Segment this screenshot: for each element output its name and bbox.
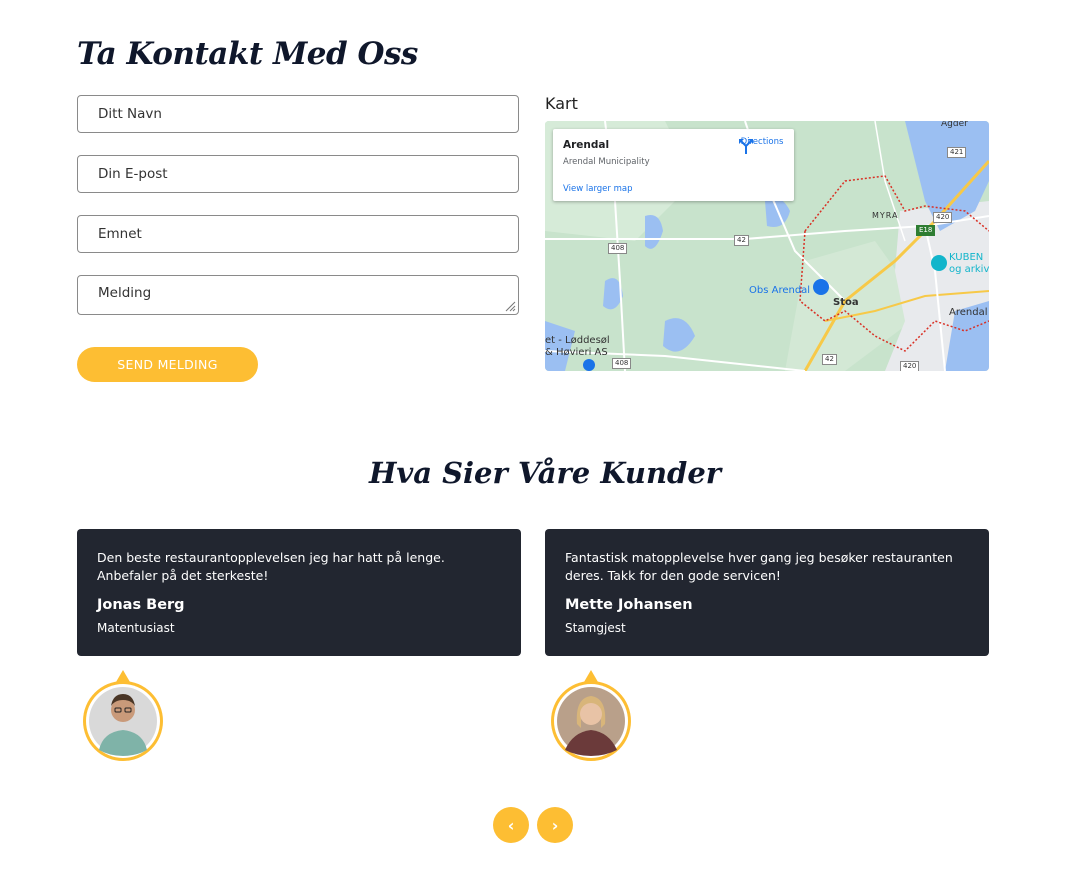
map-place-name: Arendal (563, 139, 610, 151)
reviews-title: Hva Sier Våre Kunder (368, 456, 722, 490)
map-label-kuben-arkiv: og arkiv (949, 264, 989, 275)
route-badge-421: 421 (947, 147, 967, 158)
route-badge-408: 408 (612, 358, 632, 369)
reviewer-role: Stamgjest (565, 621, 626, 635)
route-badge-420: 420 (933, 212, 953, 223)
contact-title: Ta Kontakt Med Oss (77, 36, 418, 72)
message-placeholder: Melding (98, 285, 152, 301)
chevron-left-icon: ‹ (507, 815, 515, 835)
name-input[interactable]: Ditt Navn (77, 95, 519, 133)
map-label-loddesol: et - Løddesøl (545, 335, 610, 346)
map-label-hovieri: & Høvieri AS (545, 347, 608, 358)
route-badge-420: 420 (900, 361, 920, 371)
name-placeholder: Ditt Navn (98, 106, 162, 122)
review-text: Fantastisk matopplevelse hver gang jeg b… (565, 550, 953, 583)
avatar (549, 668, 633, 762)
route-badge-42: 42 (822, 354, 837, 365)
review-card: Fantastisk matopplevelse hver gang jeg b… (545, 529, 989, 656)
map-label-stoa: Stoa (833, 297, 859, 308)
directions-icon (739, 139, 753, 154)
map-label-myra: MYRA (872, 211, 899, 220)
resize-grip-icon[interactable] (504, 300, 516, 312)
route-badge-42: 42 (734, 235, 749, 246)
view-larger-map-link[interactable]: View larger map (563, 184, 633, 194)
subject-placeholder: Emnet (98, 226, 142, 242)
route-badge-e18: E18 (916, 225, 936, 236)
map-place-sub: Arendal Municipality (563, 157, 650, 167)
map-label-obs: Obs Arendal (749, 285, 811, 296)
reviewer-name: Mette Johansen (565, 597, 693, 613)
review-text: Den beste restaurantopplevelsen jeg har … (97, 550, 445, 583)
route-badge-408: 408 (608, 243, 628, 254)
map-label-kuben: KUBEN (949, 252, 984, 263)
send-message-button[interactable]: SEND MELDING (77, 347, 258, 382)
subject-input[interactable]: Emnet (77, 215, 519, 253)
chevron-right-icon: › (551, 815, 559, 835)
avatar (81, 668, 165, 762)
map-embed[interactable]: Arendal Arendal Municipality View larger… (545, 121, 989, 371)
email-input[interactable]: Din E-post (77, 155, 519, 193)
email-placeholder: Din E-post (98, 166, 168, 182)
carousel-next-button[interactable]: › (537, 807, 573, 843)
map-label: Kart (545, 94, 578, 113)
message-textarea[interactable]: Melding (77, 275, 519, 315)
review-card: Den beste restaurantopplevelsen jeg har … (77, 529, 521, 656)
carousel-prev-button[interactable]: ‹ (493, 807, 529, 843)
map-label-arendal: Arendal (949, 307, 988, 318)
reviewer-name: Jonas Berg (97, 597, 185, 613)
map-info-card: Arendal Arendal Municipality View larger… (553, 129, 794, 201)
directions-button[interactable]: Directions (737, 137, 787, 154)
reviewer-role: Matentusiast (97, 621, 175, 635)
map-label-agder: Agder (941, 121, 968, 129)
